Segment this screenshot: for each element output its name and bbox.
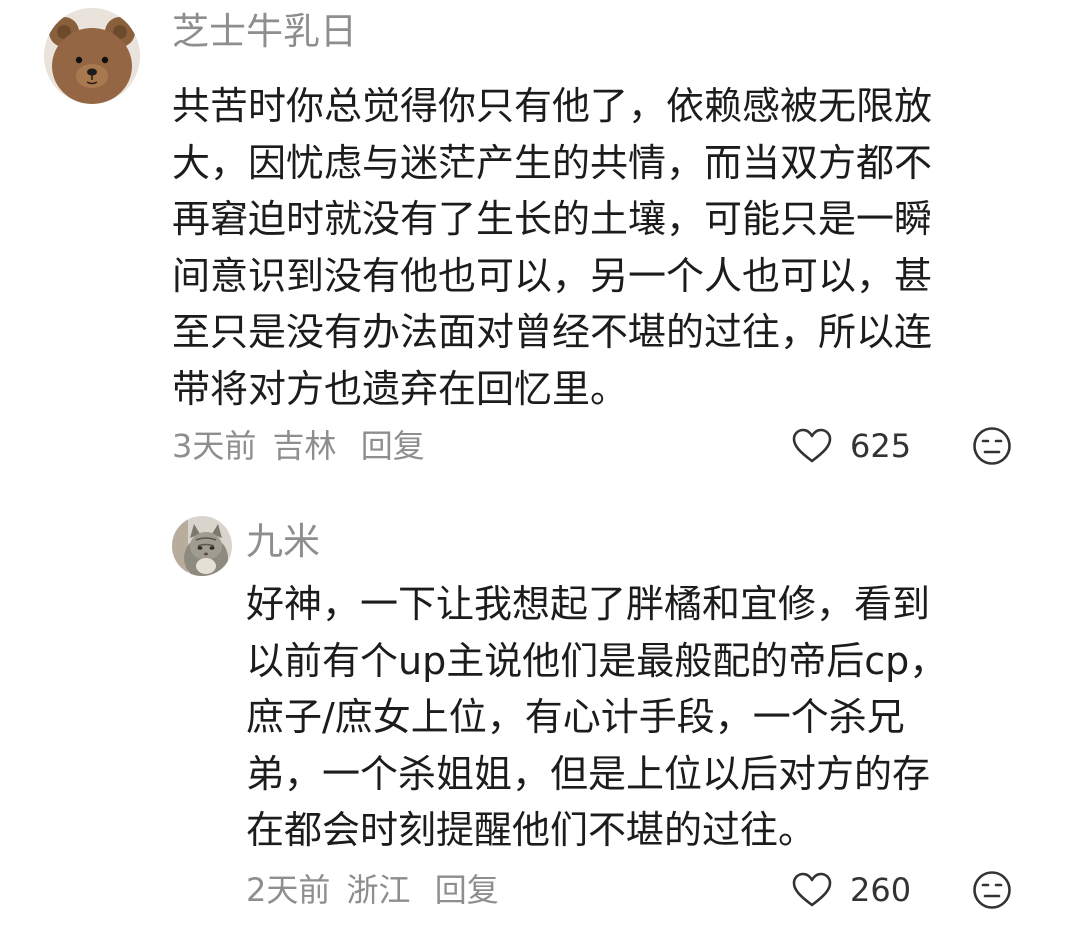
comment-text-line: 至只是没有办法面对曾经不堪的过往，所以连 [172,310,933,354]
like-button[interactable]: 625 [792,424,911,468]
heart-icon [792,428,832,463]
comment-time: 2天前 [246,871,331,909]
reply-button[interactable]: 回复 [435,868,499,912]
avatar[interactable] [172,516,232,576]
username[interactable]: 芝士牛乳日 [172,10,357,54]
comment-meta: 3天前 吉林 回复 [172,424,425,468]
comment-time: 3天前 [172,427,257,465]
comment-text-line: 大，因忧虑与迷茫产生的共情，而当双方都不 [172,140,933,185]
comment-text: 好神，一下让我想起了胖橘和宜修，看到 以前有个up主说他们是最般配的帝后cp， … [246,576,1046,859]
unhappy-face-icon [973,427,1011,465]
avatar[interactable] [44,8,140,104]
username[interactable]: 九米 [246,520,320,564]
like-count: 625 [850,427,912,465]
comment-text-line: 带将对方也遗弃在回忆里。 [172,366,629,411]
comment-text-line: 间意识到没有他也可以，另一个人也可以，甚 [172,253,933,298]
cat-avatar-icon [172,516,232,576]
reply-button[interactable]: 回复 [361,424,425,468]
teddy-bear-avatar-icon [44,8,140,104]
like-count: 260 [850,871,912,909]
comment-text-line: 在都会时刻提醒他们不堪的过往。 [246,808,817,852]
dislike-button[interactable] [972,426,1012,466]
heart-icon [792,872,832,907]
comment-text: 共苦时你总觉得你只有他了，依赖感被无限放 大，因忧虑与迷茫产生的共情，而当双方都… [172,78,1032,417]
unhappy-face-icon [973,871,1011,909]
comment-text-line: 共苦时你总觉得你只有他了，依赖感被无限放 [172,84,933,128]
comment-meta: 2天前 浙江 回复 [246,868,499,912]
dislike-button[interactable] [972,870,1012,910]
like-button[interactable]: 260 [792,868,911,912]
comment-text-line: 以前有个up主说他们是最般配的帝后cp， [246,638,948,683]
comment-text-line: 再窘迫时就没有了生长的土壤，可能只是一瞬 [172,197,933,241]
comment-text-line: 好神，一下让我想起了胖橘和宜修，看到 [246,582,931,626]
comment-location: 吉林 [272,427,337,465]
comment-location: 浙江 [346,871,411,909]
comment-text-line: 弟，一个杀姐姐，但是上位以后对方的存 [246,751,931,796]
comment-text-line: 庶子/庶女上位，有心计手段，一个杀兄 [246,695,905,739]
